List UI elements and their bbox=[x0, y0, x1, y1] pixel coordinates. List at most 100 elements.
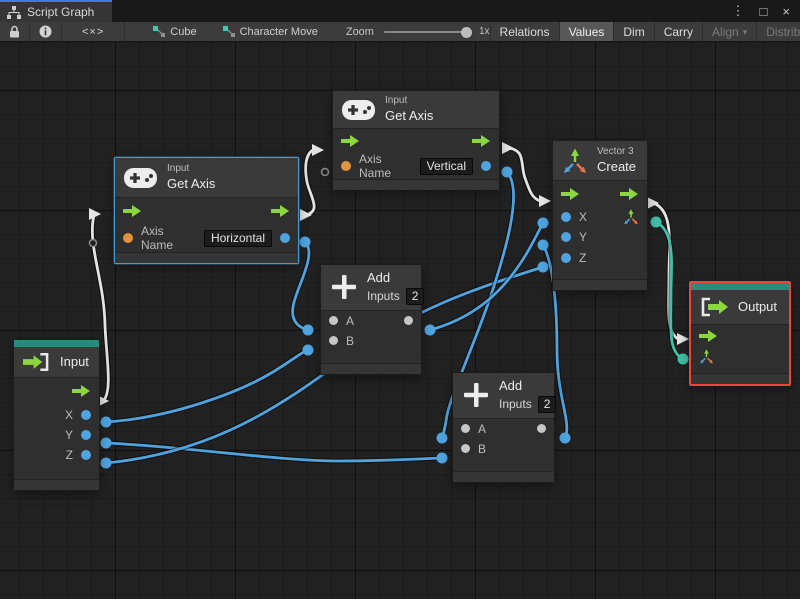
node-subtitle: Vector 3 bbox=[597, 146, 634, 157]
port-b-input[interactable] bbox=[329, 336, 338, 346]
maximize-button[interactable]: □ bbox=[760, 4, 768, 19]
node-footer bbox=[321, 363, 421, 374]
toggle-relations[interactable]: Relations bbox=[489, 22, 559, 41]
node-get-axis-vertical[interactable]: Input Get Axis Axis Name Vertical bbox=[332, 90, 500, 191]
port-label: Y bbox=[64, 428, 73, 442]
node-vector3-create[interactable]: Vector 3 Create X Y Z bbox=[552, 140, 648, 291]
graph-tab-icon bbox=[7, 5, 21, 19]
axis-name-field[interactable]: Vertical bbox=[419, 157, 473, 175]
zoom-slider-handle[interactable] bbox=[460, 26, 472, 38]
info-button[interactable] bbox=[30, 22, 62, 41]
inputs-label: Inputs bbox=[367, 289, 400, 304]
node-title: Output bbox=[738, 298, 778, 314]
node-title: Get Axis bbox=[167, 175, 216, 191]
graph-toolbar: <×> Cube Character Move Zoom 1x Relation… bbox=[0, 22, 800, 42]
axis-name-field[interactable]: Horizontal bbox=[203, 229, 272, 247]
node-title: Create bbox=[597, 158, 637, 174]
tab-title: Script Graph bbox=[27, 5, 95, 19]
info-icon bbox=[39, 25, 52, 38]
close-button[interactable]: × bbox=[782, 4, 790, 19]
port-a-input[interactable] bbox=[461, 424, 470, 434]
node-subtitle: Input bbox=[385, 95, 408, 106]
port-label: A bbox=[346, 313, 355, 328]
node-footer bbox=[453, 471, 554, 482]
tab-script-graph[interactable]: Script Graph bbox=[0, 0, 112, 22]
port-y-output[interactable] bbox=[81, 430, 91, 440]
node-title: Add bbox=[367, 270, 391, 285]
inputs-count-field[interactable]: 2 bbox=[405, 287, 425, 305]
port-label: B bbox=[478, 441, 487, 456]
zoom-slider[interactable] bbox=[383, 26, 472, 38]
node-add-2[interactable]: Add Inputs 2 A B bbox=[452, 372, 557, 483]
flow-input-arrow[interactable] bbox=[561, 188, 580, 201]
node-title: Input bbox=[60, 353, 89, 369]
vector3-output-port[interactable] bbox=[623, 209, 639, 225]
node-output-event[interactable]: Output bbox=[689, 281, 791, 386]
value-output-port[interactable] bbox=[280, 233, 290, 244]
add-icon bbox=[464, 383, 488, 408]
port-x-output[interactable] bbox=[81, 409, 91, 420]
lock-button[interactable] bbox=[0, 22, 30, 41]
node-get-axis-horizontal[interactable]: Input Get Axis Axis Name Horizontal bbox=[114, 157, 299, 264]
param-label: Axis Name bbox=[141, 224, 174, 253]
node-subtitle: Input bbox=[167, 163, 190, 174]
axis-name-input-port[interactable] bbox=[341, 161, 351, 172]
node-footer bbox=[553, 279, 647, 290]
breadcrumb-character-move[interactable]: Character Move bbox=[217, 22, 324, 41]
port-label: Y bbox=[579, 230, 588, 245]
axis-name-input-port[interactable] bbox=[123, 233, 133, 244]
port-label: X bbox=[64, 407, 73, 422]
breadcrumb-label: Character Move bbox=[239, 25, 318, 38]
unity-script-graph-window: Script Graph ⋮ □ × <×> Cube Character Mo… bbox=[0, 0, 800, 599]
window-menu-button[interactable]: ⋮ bbox=[732, 3, 745, 19]
flow-input-arrow[interactable] bbox=[699, 329, 718, 342]
port-b-input[interactable] bbox=[461, 444, 470, 454]
flow-output-arrow[interactable] bbox=[620, 188, 639, 201]
toggle-values[interactable]: Values bbox=[558, 22, 614, 41]
edit-code-button[interactable]: <×> bbox=[62, 22, 126, 41]
port-y-input[interactable] bbox=[561, 232, 571, 243]
flow-input-arrow[interactable] bbox=[341, 135, 360, 148]
zoom-label: Zoom bbox=[345, 25, 374, 38]
node-footer bbox=[691, 373, 789, 384]
chevron-down-icon: ▾ bbox=[742, 27, 748, 37]
node-add-1[interactable]: Add Inputs 2 A B bbox=[320, 264, 425, 375]
node-input-event[interactable]: Input X Y Z bbox=[13, 339, 100, 491]
script-graph-asset-icon bbox=[222, 26, 235, 37]
script-graph-asset-icon bbox=[153, 26, 166, 37]
node-footer bbox=[333, 179, 499, 191]
flow-output-arrow[interactable] bbox=[72, 385, 91, 397]
breadcrumb-cube[interactable]: Cube bbox=[147, 22, 202, 41]
value-output-port[interactable] bbox=[481, 161, 491, 172]
port-a-input[interactable] bbox=[329, 316, 338, 326]
inputs-count-field[interactable]: 2 bbox=[537, 395, 557, 413]
port-z-output[interactable] bbox=[81, 450, 91, 460]
port-x-input[interactable] bbox=[561, 212, 571, 223]
gamepad-icon bbox=[124, 167, 157, 188]
toggle-carry[interactable]: Carry bbox=[653, 22, 702, 41]
toggle-dim[interactable]: Dim bbox=[613, 22, 653, 41]
port-label: Z bbox=[65, 448, 73, 462]
vector3-input-port[interactable] bbox=[699, 348, 714, 364]
port-z-input[interactable] bbox=[561, 252, 571, 263]
event-node-strip bbox=[14, 340, 99, 347]
port-label: Z bbox=[579, 250, 587, 265]
gamepad-icon bbox=[342, 99, 375, 120]
window-controls: ⋮ □ × bbox=[722, 0, 800, 22]
sum-output-port[interactable] bbox=[537, 424, 546, 434]
sum-output-port[interactable] bbox=[404, 316, 413, 326]
flow-output-arrow[interactable] bbox=[271, 205, 290, 218]
flow-input-arrow[interactable] bbox=[123, 205, 142, 218]
lock-icon bbox=[10, 25, 19, 38]
input-event-icon bbox=[23, 353, 49, 371]
distribute-dropdown[interactable]: Distribute▾ bbox=[756, 22, 800, 41]
view-toggles: Relations Values Dim Carry Align ▾ Distri… bbox=[489, 22, 800, 41]
node-footer bbox=[14, 479, 99, 490]
event-node-strip bbox=[691, 283, 789, 290]
flow-output-arrow[interactable] bbox=[472, 135, 491, 148]
align-dropdown[interactable]: Align ▾ bbox=[702, 22, 756, 41]
param-label: Axis Name bbox=[359, 152, 392, 181]
zoom-value: 1x bbox=[478, 26, 490, 37]
inputs-label: Inputs bbox=[499, 397, 532, 412]
vector3-icon bbox=[564, 148, 586, 173]
